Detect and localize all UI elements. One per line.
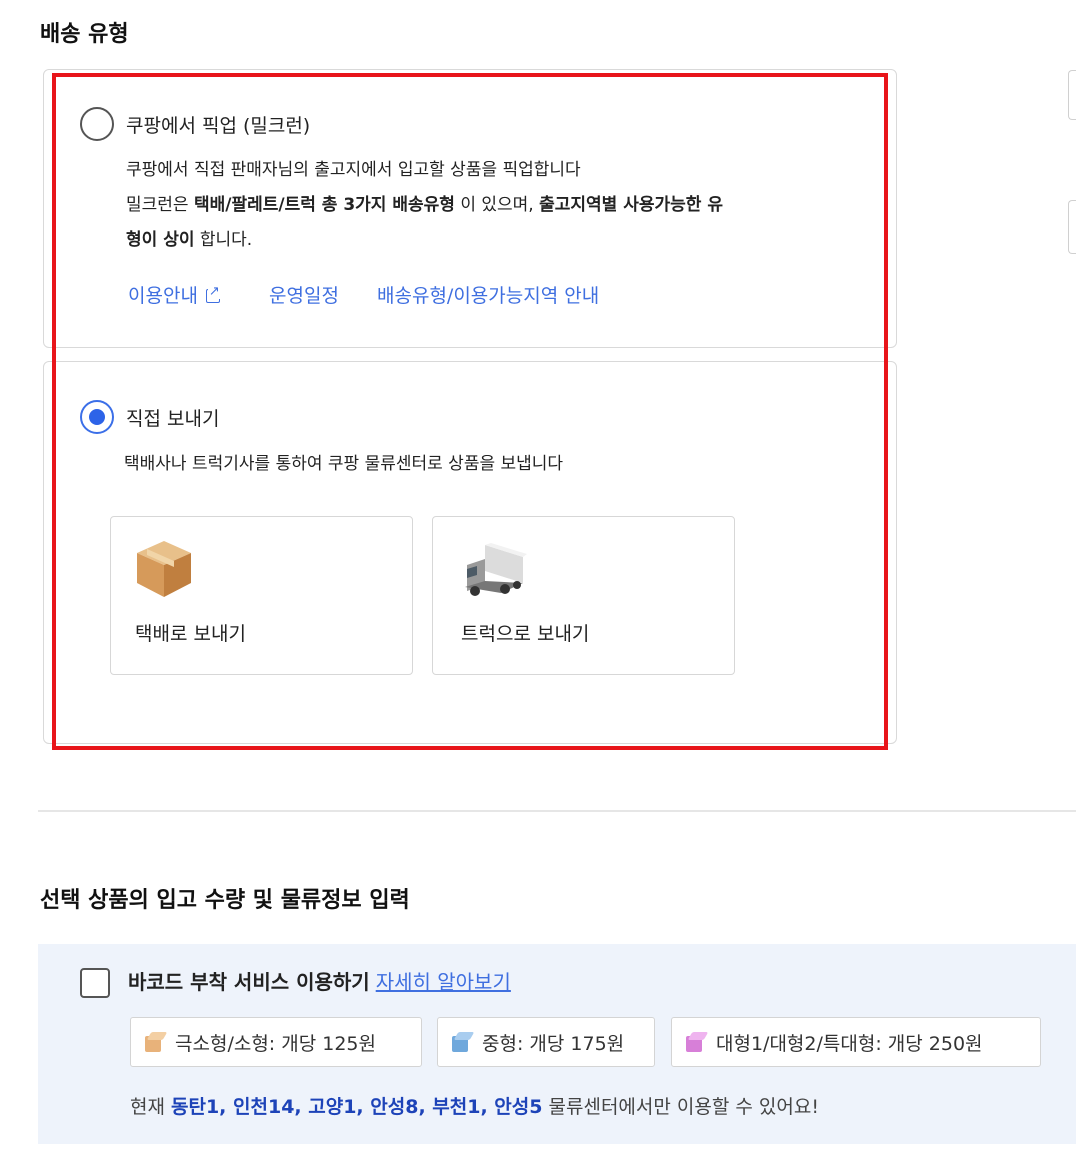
centers-prefix: 현재 [130,1096,171,1118]
barcode-service-label[interactable]: 바코드 부착 서비스 이용하기 자세히 알아보기 [128,966,511,995]
centers-suffix: 물류센터에서만 이용할 수 있어요! [542,1096,819,1118]
external-link-icon [205,284,220,303]
pickup-option-label[interactable]: 쿠팡에서 픽업 (밀크런) [126,111,310,138]
medium-box-icon [452,1032,472,1052]
pickup-description: 쿠팡에서 직접 판매자님의 출고지에서 입고할 상품을 픽업합니다 밀크런은 택… [126,153,723,258]
pickup-radio[interactable] [80,107,114,141]
send-by-truck-option[interactable]: 트럭으로 보내기 [432,516,735,675]
price-chip-small: 극소형/소형: 개당 125원 [130,1017,422,1067]
price-chip-label: 대형1/대형2/특대형: 개당 250원 [716,1032,983,1055]
barcode-service-checkbox[interactable] [80,968,110,998]
pickup-desc-line2: 밀크런은 택배/팔레트/트럭 총 3가지 배송유형 이 있으며, 출고지역별 사… [126,188,723,223]
usage-guide-label: 이용안내 [128,285,198,307]
send-by-parcel-label: 택배로 보내기 [135,623,246,645]
barcode-service-text: 바코드 부착 서비스 이용하기 [128,970,370,994]
direct-description: 택배사나 트럭기사를 통하여 쿠팡 물류센터로 상품을 보냅니다 [124,454,564,474]
usage-guide-link[interactable]: 이용안내 [128,281,220,308]
price-chip-medium: 중형: 개당 175원 [437,1017,655,1067]
send-by-truck-label: 트럭으로 보내기 [461,623,590,645]
pickup-desc-emphasis: 택배/팔레트/트럭 총 3가지 배송유형 [193,195,455,215]
pickup-desc-emphasis: 출고지역별 사용가능한 유 [539,195,724,215]
available-centers-note: 현재 동탄1, 인천14, 고양1, 안성8, 부천1, 안성5 물류센터에서만… [130,1092,819,1119]
direct-radio[interactable] [80,400,114,434]
clipped-input-field[interactable] [1068,200,1076,254]
pickup-desc-text: 합니다. [194,230,253,250]
truck-icon [465,543,527,596]
pickup-desc-line1: 쿠팡에서 직접 판매자님의 출고지에서 입고할 상품을 픽업합니다 [126,160,581,180]
section-divider [38,810,1076,812]
pickup-desc-emphasis: 형이 상이 [126,230,195,250]
pickup-desc-line3: 형이 상이 합니다. [126,223,723,258]
clipped-input-field[interactable] [1068,70,1076,120]
shipping-type-title: 배송 유형 [40,22,129,47]
large-box-icon [686,1032,706,1052]
direct-option-label[interactable]: 직접 보내기 [126,404,219,431]
price-chip-label: 중형: 개당 175원 [482,1032,625,1055]
pickup-desc-text: 밀크런은 [126,195,194,215]
price-chip-label: 극소형/소형: 개당 125원 [175,1032,376,1055]
barcode-service-panel: 바코드 부착 서비스 이용하기 자세히 알아보기 극소형/소형: 개당 125원 … [38,944,1076,1144]
small-box-icon [145,1032,165,1052]
send-by-parcel-option[interactable]: 택배로 보내기 [110,516,413,675]
pickup-desc-text: 이 있으며, [454,195,540,215]
inbound-info-title: 선택 상품의 입고 수량 및 물류정보 입력 [40,888,410,913]
centers-list: 동탄1, 인천14, 고양1, 안성8, 부천1, 안성5 [171,1096,543,1118]
box-icon [137,541,191,597]
area-guide-link[interactable]: 배송유형/이용가능지역 안내 [377,281,599,308]
price-chip-large: 대형1/대형2/특대형: 개당 250원 [671,1017,1041,1067]
learn-more-link[interactable]: 자세히 알아보기 [376,970,511,994]
schedule-link[interactable]: 운영일정 [269,281,339,308]
